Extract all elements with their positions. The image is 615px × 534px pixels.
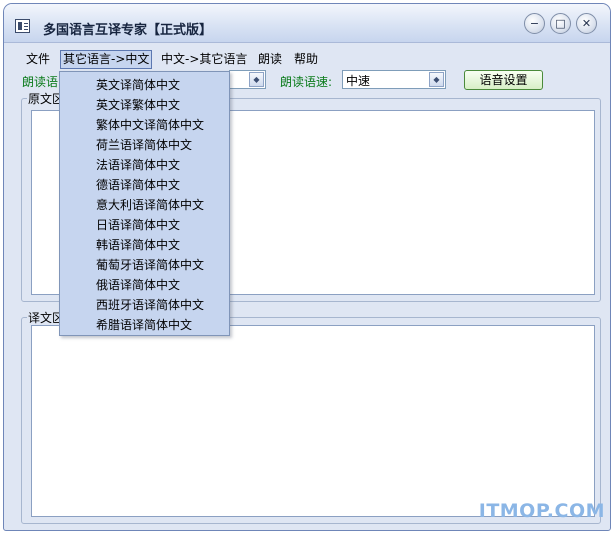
menu-other-to-chinese[interactable]: 其它语言->中文	[60, 50, 153, 69]
maximize-button[interactable]: □	[550, 13, 571, 34]
site-watermark: ITMOP.COM	[478, 500, 605, 522]
voice-settings-button[interactable]: 语音设置	[464, 70, 543, 90]
title-bar[interactable]: 多国语言互译专家【正式版】 − □ ✕	[4, 4, 610, 43]
dropdown-item-dutch[interactable]: 荷兰语译简体中文	[96, 135, 192, 155]
dropdown-item-russian[interactable]: 俄语译简体中文	[96, 275, 180, 295]
read-language-label: 朗读语	[22, 75, 59, 89]
target-text-area[interactable]	[31, 325, 595, 517]
menu-chinese-to-other[interactable]: 中文->其它语言	[159, 50, 249, 69]
read-speed-select[interactable]: 中速 ◆	[342, 70, 446, 89]
updown-arrow-icon[interactable]: ◆	[249, 72, 264, 87]
dropdown-item-spanish[interactable]: 西班牙语译简体中文	[96, 295, 204, 315]
dropdown-item-japanese[interactable]: 日语译简体中文	[96, 215, 180, 235]
target-text-group: 译文区	[21, 309, 601, 524]
window-title: 多国语言互译专家【正式版】	[43, 23, 213, 38]
menu-file[interactable]: 文件	[24, 50, 52, 69]
dropdown-item-english-traditional[interactable]: 英文译繁体中文	[96, 95, 180, 115]
minimize-button[interactable]: −	[524, 13, 545, 34]
dropdown-item-traditional-simplified[interactable]: 繁体中文译简体中文	[96, 115, 204, 135]
read-speed-label: 朗读语速:	[280, 75, 333, 89]
read-language-select[interactable]: ◆	[229, 70, 266, 89]
app-icon	[15, 19, 30, 33]
dropdown-item-greek[interactable]: 希腊语译简体中文	[96, 315, 192, 335]
other-to-chinese-dropdown: 英文译简体中文 英文译繁体中文 繁体中文译简体中文 荷兰语译简体中文 法语译简体…	[59, 71, 230, 336]
dropdown-item-german[interactable]: 德语译简体中文	[96, 175, 180, 195]
menu-help[interactable]: 帮助	[292, 50, 320, 69]
dropdown-item-korean[interactable]: 韩语译简体中文	[96, 235, 180, 255]
updown-arrow-icon[interactable]: ◆	[429, 72, 444, 87]
read-speed-value: 中速	[346, 74, 371, 88]
dropdown-item-french[interactable]: 法语译简体中文	[96, 155, 180, 175]
menu-read-aloud[interactable]: 朗读	[256, 50, 284, 69]
dropdown-item-portuguese[interactable]: 葡萄牙语译简体中文	[96, 255, 204, 275]
dropdown-item-italian[interactable]: 意大利语译简体中文	[96, 195, 204, 215]
dropdown-item-english-simplified[interactable]: 英文译简体中文	[96, 75, 180, 95]
close-button[interactable]: ✕	[576, 13, 597, 34]
